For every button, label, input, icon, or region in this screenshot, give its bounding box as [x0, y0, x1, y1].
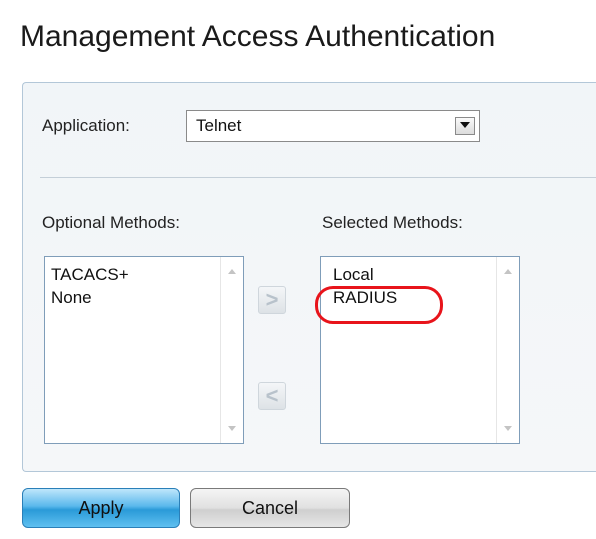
scroll-down-icon[interactable]: [227, 425, 237, 433]
apply-button[interactable]: Apply: [22, 488, 180, 528]
list-item[interactable]: None: [51, 286, 129, 309]
scrollbar[interactable]: [220, 257, 243, 443]
section-divider: [40, 177, 596, 178]
highlight-ring: [315, 286, 443, 324]
scroll-up-icon[interactable]: [503, 267, 513, 275]
chevron-left-icon: <: [265, 383, 279, 408]
list-item[interactable]: TACACS+: [51, 263, 129, 286]
optional-methods-list[interactable]: TACACS+ None: [44, 256, 244, 444]
add-method-button[interactable]: >: [258, 286, 286, 314]
list-item[interactable]: Local: [333, 263, 397, 286]
application-label: Application:: [42, 116, 130, 135]
scroll-down-icon[interactable]: [503, 425, 513, 433]
optional-methods-label: Optional Methods:: [42, 213, 180, 232]
application-select-value: Telnet: [196, 116, 242, 135]
selected-methods-label: Selected Methods:: [322, 213, 463, 232]
page-title: Management Access Authentication: [20, 20, 496, 53]
chevron-right-icon: >: [265, 287, 279, 312]
selected-methods-list[interactable]: Local RADIUS: [320, 256, 520, 444]
scroll-up-icon[interactable]: [227, 267, 237, 275]
dropdown-arrow-icon[interactable]: [455, 117, 475, 135]
scrollbar[interactable]: [496, 257, 519, 443]
remove-method-button[interactable]: <: [258, 382, 286, 410]
cancel-button[interactable]: Cancel: [190, 488, 350, 528]
application-select[interactable]: Telnet: [186, 110, 480, 142]
